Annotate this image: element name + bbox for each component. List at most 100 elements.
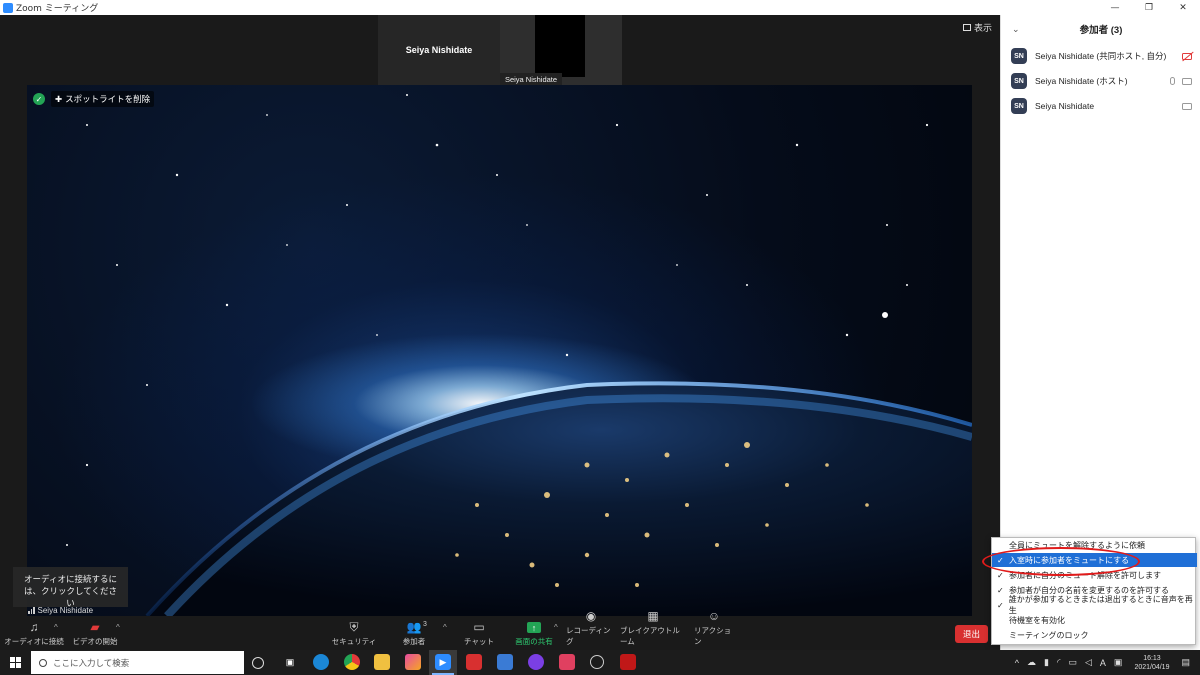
menu-item-play-chime[interactable]: ✓ 誰かが参加するときまたは退出するときに音声を再生 [992, 595, 1197, 615]
video-options-caret-icon[interactable]: ^ [116, 623, 120, 632]
taskbar-app-icon[interactable] [620, 654, 636, 670]
security-button[interactable]: ⛨ セキュリティ [330, 621, 378, 650]
breakout-rooms-icon: ▦ [647, 609, 659, 623]
file-explorer-icon[interactable] [374, 654, 390, 670]
photos-app-icon[interactable] [405, 654, 421, 670]
audio-options-caret-icon[interactable]: ^ [54, 623, 58, 632]
zoom-taskbar-icon[interactable]: ▶ [435, 654, 451, 670]
chat-bubble-icon: ▭ [473, 620, 485, 634]
menu-check-icon: ✓ [997, 600, 1004, 610]
menu-check-icon: ✓ [997, 585, 1004, 595]
menu-item-mute-on-entry[interactable]: ✓ 入室時に参加者をミュートにする [992, 553, 1197, 567]
zoom-logo-icon [3, 2, 13, 13]
participant-row[interactable]: SN Seiya Nishidate [1011, 97, 1194, 115]
breakout-rooms-button[interactable]: ▦ ブレイクアウトルーム [620, 610, 686, 650]
start-video-button[interactable]: ▰ ビデオの開始 [68, 621, 122, 650]
task-view-icon[interactable]: ▣ [282, 654, 298, 670]
thumbnail-video-feed [535, 15, 585, 77]
menu-item-label: ミーティングのロック [1009, 630, 1089, 640]
taskbar-app-icon[interactable] [559, 654, 575, 670]
share-screen-icon: ↑ [527, 622, 541, 633]
volume-icon[interactable]: ◁ [1085, 657, 1092, 668]
participant-row[interactable]: SN Seiya Nishidate (共同ホスト, 自分) [1011, 47, 1194, 65]
main-video: ✓ ✚ スポットライトを削除 [27, 85, 972, 616]
participant-name: Seiya Nishidate (ホスト) [1035, 76, 1128, 86]
taskbar-app-icon[interactable] [466, 654, 482, 670]
video-off-icon[interactable] [1182, 52, 1192, 60]
share-options-caret-icon[interactable]: ^ [554, 623, 558, 632]
leave-button[interactable]: 退出 [955, 625, 988, 643]
share-label: 画面の共有 [515, 637, 553, 646]
view-button[interactable]: 表示 [962, 21, 992, 34]
tray-app-icon[interactable]: ▮ [1044, 657, 1049, 668]
chrome-browser-icon[interactable] [344, 654, 360, 670]
maximize-button[interactable]: ❐ [1132, 0, 1166, 15]
participants-icon: 👥 [406, 620, 422, 634]
menu-check-icon: ✓ [997, 570, 1004, 580]
self-name: Seiya Nishidate [37, 606, 94, 615]
taskbar-clock[interactable]: 16:13 2021/04/19 [1134, 654, 1169, 672]
share-screen-button[interactable]: ↑ 画面の共有 [510, 621, 558, 650]
network-icon[interactable]: ◜ [1057, 657, 1061, 668]
menu-item-label: 待機室を有効化 [1009, 615, 1065, 625]
ime-mode-icon[interactable]: ▣ [1114, 657, 1123, 668]
spotlight-bar: ✓ ✚ スポットライトを削除 [33, 91, 155, 107]
meeting-toolbar: ♫ オーディオに接続 ^ ▰ ビデオの開始 ^ ⛨ セキュリティ 👥 参加者 3… [0, 610, 1000, 650]
menu-item-enable-waiting-room[interactable]: 待機室を有効化 [992, 613, 1197, 627]
video-camera-icon[interactable] [1182, 102, 1192, 110]
pin-icon: ✚ [55, 93, 63, 104]
audio-connect-tooltip[interactable]: オーディオに接続するには、クリックしてください [13, 567, 128, 608]
menu-item-label: 全員にミュートを解除するように依頼 [1009, 540, 1145, 550]
view-button-label: 表示 [973, 23, 992, 33]
security-label: セキュリティ [331, 637, 377, 646]
remove-spotlight-label: スポットライトを削除 [65, 94, 151, 104]
taskbar-app-icon[interactable] [497, 654, 513, 670]
battery-icon[interactable]: ▭ [1068, 657, 1077, 668]
remove-spotlight-button[interactable]: ✚ スポットライトを削除 [51, 91, 155, 107]
encryption-shield-icon[interactable]: ✓ [33, 93, 45, 105]
participants-more-menu: 全員にミュートを解除するように依頼 ✓ 入室時に参加者をミュートにする ✓ 参加… [991, 537, 1197, 645]
thumbnail-strip: Seiya Nishidate Seiya Nishidate [378, 15, 622, 85]
onedrive-cloud-icon[interactable]: ☁ [1027, 657, 1036, 668]
taskbar-search-box[interactable]: ここに入力して検索 [31, 651, 244, 674]
participant-row[interactable]: SN Seiya Nishidate (ホスト) [1011, 72, 1194, 90]
tray-expand-chevron-icon[interactable]: ^ [1015, 658, 1019, 668]
self-name-tag: Seiya Nishidate [28, 606, 93, 615]
avatar: SN [1011, 73, 1027, 89]
cortana-icon[interactable] [252, 657, 264, 669]
search-icon [39, 658, 47, 667]
reactions-button[interactable]: ☺ リアクション [694, 610, 734, 650]
video-camera-icon[interactable] [1182, 77, 1192, 85]
menu-item-ask-all-unmute[interactable]: 全員にミュートを解除するように依頼 [992, 538, 1197, 552]
notifications-icon[interactable]: ▤ [1181, 657, 1190, 668]
edge-browser-icon[interactable] [313, 654, 329, 670]
thumbnail-name-tile[interactable]: Seiya Nishidate [378, 15, 500, 85]
windows-start-icon[interactable] [10, 657, 21, 668]
security-shield-icon: ⛨ [349, 620, 359, 634]
ime-indicator[interactable]: A [1100, 658, 1106, 668]
title-bar: Zoom ミーティング — ❐ ✕ [0, 0, 1200, 15]
chat-button[interactable]: ▭ チャット [461, 621, 497, 650]
participants-options-caret-icon[interactable]: ^ [443, 623, 447, 632]
menu-item-lock-meeting[interactable]: ミーティングのロック [992, 628, 1197, 642]
microphone-icon[interactable] [1170, 77, 1175, 85]
zoom-app: Zoom ミーティング — ❐ ✕ Seiya Nishidate Seiya … [0, 0, 1200, 675]
minimize-button[interactable]: — [1098, 0, 1132, 15]
signal-bars-icon [28, 607, 35, 614]
taskbar-app-icon[interactable] [590, 655, 604, 669]
menu-check-icon: ✓ [997, 555, 1004, 565]
close-button[interactable]: ✕ [1166, 0, 1200, 15]
clock-time: 16:13 [1143, 654, 1161, 662]
avatar: SN [1011, 48, 1027, 64]
participant-name: Seiya Nishidate [1035, 101, 1095, 111]
reactions-label: リアクション [694, 626, 732, 646]
participants-panel-title: 参加者 (3) [1079, 25, 1123, 36]
thumbnail-name: Seiya Nishidate [405, 45, 473, 55]
menu-item-allow-self-unmute[interactable]: ✓ 参加者に自分のミュート解除を許可します [992, 568, 1197, 582]
record-icon: ◉ [585, 609, 597, 623]
record-button[interactable]: ◉ レコーディング [566, 610, 616, 650]
earth-background-image [66, 94, 972, 616]
participants-panel-header: ⌄ 参加者 (3) [1001, 21, 1200, 37]
taskbar-app-icon[interactable] [528, 654, 544, 670]
video-off-icon: ▰ [90, 620, 100, 634]
